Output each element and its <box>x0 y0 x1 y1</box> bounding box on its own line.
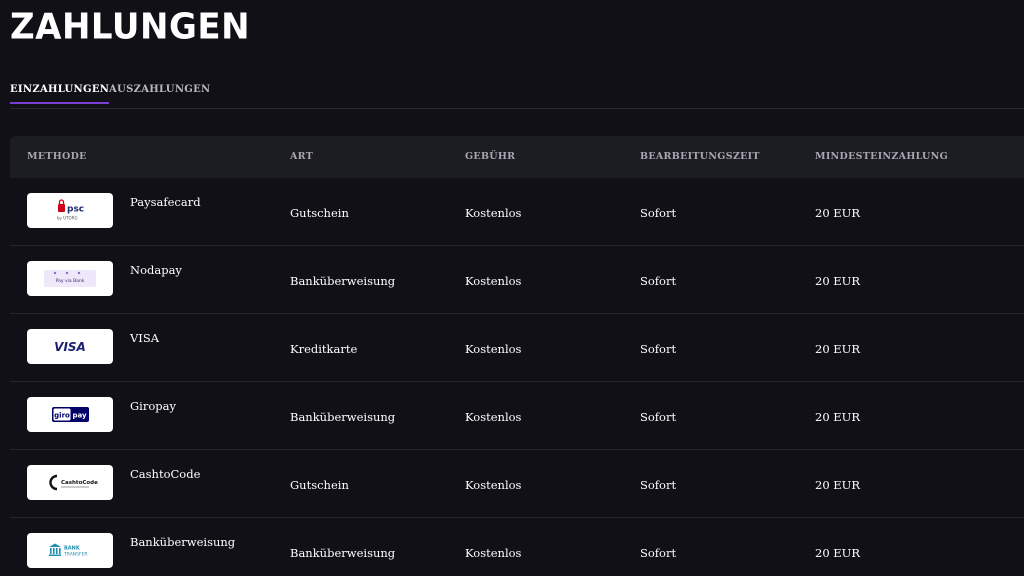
giropay-logo-text: giro <box>54 412 70 420</box>
method-type: Banküberweisung <box>290 410 396 424</box>
table-row: giro pay Giropay Banküberweisung Kostenl… <box>10 382 1024 450</box>
method-name: Banküberweisung <box>130 535 236 549</box>
method-min-deposit: 20 EUR <box>815 410 861 424</box>
header-methode: METHODE <box>27 151 87 162</box>
table-row: psc by UTORG Paysafecard Gutschein Koste… <box>10 178 1024 246</box>
method-min-deposit: 20 EUR <box>815 546 861 560</box>
paysafecard-logo: psc by UTORG <box>27 193 113 228</box>
bank-transfer-logo: BANK TRANSFER <box>27 533 113 568</box>
giropay-logo: giro pay <box>27 397 113 432</box>
method-name: CashtoCode <box>130 467 201 481</box>
method-fee: Kostenlos <box>465 410 522 424</box>
method-processing-time: Sofort <box>640 274 677 288</box>
giropay-logo-sub: pay <box>72 412 87 420</box>
method-min-deposit: 20 EUR <box>815 478 861 492</box>
bank-transfer-logo-sub: TRANSFER <box>63 552 88 558</box>
table-row: Pay via Bank Nodapay Banküberweisung Kos… <box>10 246 1024 314</box>
tab-einzahlungen[interactable]: EINZAHLUNGEN <box>10 84 110 104</box>
method-name: Paysafecard <box>130 195 201 209</box>
method-type: Gutschein <box>290 206 349 220</box>
paysafecard-logo-text: psc <box>67 205 84 215</box>
method-type: Gutschein <box>290 478 349 492</box>
method-processing-time: Sofort <box>640 410 677 424</box>
visa-logo-text: VISA <box>54 340 86 354</box>
method-type: Kreditkarte <box>290 342 358 356</box>
method-fee: Kostenlos <box>465 342 522 356</box>
method-processing-time: Sofort <box>640 546 677 560</box>
method-processing-time: Sofort <box>640 342 677 356</box>
method-type: Banküberweisung <box>290 546 396 560</box>
table-header: METHODE ART GEBÜHR BEARBEITUNGSZEIT MIND… <box>10 136 1024 178</box>
method-fee: Kostenlos <box>465 546 522 560</box>
method-fee: Kostenlos <box>465 274 522 288</box>
visa-logo: VISA <box>27 329 113 364</box>
method-min-deposit: 20 EUR <box>815 342 861 356</box>
header-gebuehr: GEBÜHR <box>465 151 516 162</box>
table-row: VISA VISA Kreditkarte Kostenlos Sofort 2… <box>10 314 1024 382</box>
nodapay-logo-text: Pay via Bank <box>56 278 85 284</box>
method-name: VISA <box>130 331 160 345</box>
cashtocode-logo: CashtoCode <box>27 465 113 500</box>
nodapay-logo: Pay via Bank <box>27 261 113 296</box>
method-processing-time: Sofort <box>640 206 677 220</box>
bank-transfer-logo-text: BANK <box>64 546 81 552</box>
method-fee: Kostenlos <box>465 206 522 220</box>
tab-auszahlungen[interactable]: AUSZAHLUNGEN <box>109 84 210 95</box>
method-type: Banküberweisung <box>290 274 396 288</box>
paysafecard-logo-sub: by UTORG <box>57 216 78 221</box>
method-name: Giropay <box>130 399 176 413</box>
header-art: ART <box>290 151 314 162</box>
payment-tabs: EINZAHLUNGEN AUSZAHLUNGEN <box>10 78 1024 109</box>
table-row: BANK TRANSFER Banküberweisung Banküberwe… <box>10 518 1024 576</box>
header-mindesteinzahlung: MINDESTEINZAHLUNG <box>815 151 949 162</box>
page-title: ZAHLUNGEN <box>10 6 251 48</box>
header-bearbeitungszeit: BEARBEITUNGSZEIT <box>640 151 760 162</box>
method-name: Nodapay <box>130 263 182 277</box>
method-min-deposit: 20 EUR <box>815 274 861 288</box>
method-min-deposit: 20 EUR <box>815 206 861 220</box>
method-processing-time: Sofort <box>640 478 677 492</box>
payments-page: ZAHLUNGEN EINZAHLUNGEN AUSZAHLUNGEN METH… <box>0 0 1024 576</box>
method-fee: Kostenlos <box>465 478 522 492</box>
cashtocode-logo-text: CashtoCode <box>61 480 98 486</box>
payment-methods-table: METHODE ART GEBÜHR BEARBEITUNGSZEIT MIND… <box>10 136 1024 576</box>
table-row: CashtoCode CashtoCode Gutschein Kostenlo… <box>10 450 1024 518</box>
